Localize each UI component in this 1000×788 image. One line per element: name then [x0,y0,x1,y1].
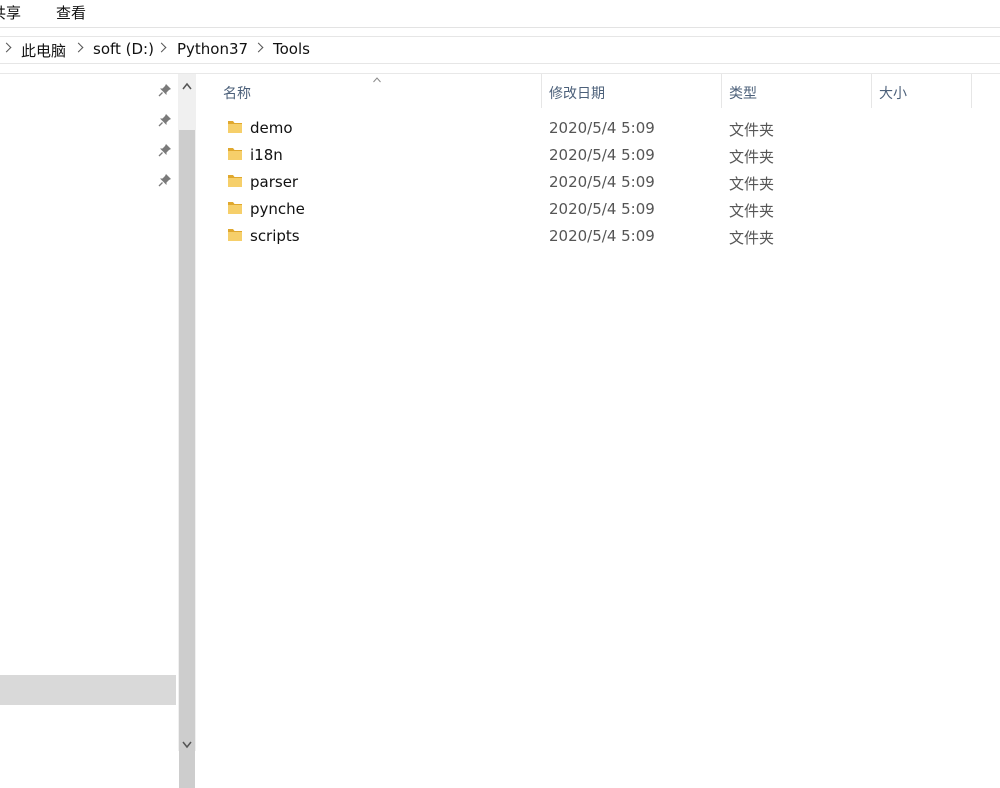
nav-item-selected[interactable] [0,675,176,705]
pin-icon[interactable] [158,113,172,127]
breadcrumb-tools[interactable]: Tools [273,40,310,58]
breadcrumb-drive[interactable]: soft (D:) [93,40,154,58]
file-modified: 2020/5/4 5:09 [549,227,655,245]
file-row[interactable]: pynche 2020/5/4 5:09 文件夹 [220,197,980,223]
folder-icon [228,202,242,214]
folder-icon [228,148,242,160]
column-divider[interactable] [971,74,972,108]
pin-icon[interactable] [158,173,172,187]
scrollbar-thumb[interactable] [179,130,195,788]
file-row[interactable]: i18n 2020/5/4 5:09 文件夹 [220,143,980,169]
column-header-name[interactable]: 名称 [215,74,541,108]
file-name: scripts [250,227,300,245]
column-header-type[interactable]: 类型 [721,74,871,108]
ribbon-tab-view[interactable]: 查看 [56,2,86,23]
pin-icon[interactable] [158,143,172,157]
file-name: pynche [250,200,305,218]
scroll-down-arrow-icon[interactable] [178,734,196,751]
column-header-modified-label: 修改日期 [549,86,605,102]
file-name: demo [250,119,293,137]
breadcrumb-this-pc[interactable]: 此电脑 [21,40,66,61]
navigation-scrollbar[interactable] [178,74,196,788]
column-header-size[interactable]: 大小 [871,74,971,108]
file-modified: 2020/5/4 5:09 [549,146,655,164]
address-bar[interactable]: 此电脑 soft (D:) Python37 Tools [0,36,1000,64]
breadcrumb-python37[interactable]: Python37 [177,40,248,58]
file-type: 文件夹 [729,202,775,220]
file-list: 名称 修改日期 类型 大小 demo 2020/5/4 5:09 文件夹 i18… [200,74,1000,751]
file-type: 文件夹 [729,175,775,193]
file-row[interactable]: scripts 2020/5/4 5:09 文件夹 [220,224,980,250]
file-modified: 2020/5/4 5:09 [549,173,655,191]
file-row[interactable]: parser 2020/5/4 5:09 文件夹 [220,170,980,196]
column-header-type-label: 类型 [729,86,757,102]
file-name: i18n [250,146,283,164]
ribbon-tab-share[interactable]: 共享 [0,2,21,23]
chevron-right-icon[interactable] [156,42,167,53]
column-header-name-label: 名称 [223,86,251,102]
file-row[interactable]: demo 2020/5/4 5:09 文件夹 [220,116,980,142]
column-header-size-label: 大小 [879,86,907,102]
folder-icon [228,229,242,241]
file-modified: 2020/5/4 5:09 [549,200,655,218]
column-header-modified[interactable]: 修改日期 [541,74,721,108]
file-type: 文件夹 [729,229,775,247]
chevron-right-icon[interactable] [253,42,264,53]
ribbon: 共享 查看 [0,0,1000,28]
file-name: parser [250,173,299,191]
file-modified: 2020/5/4 5:09 [549,119,655,137]
scroll-up-arrow-icon[interactable] [178,74,196,98]
file-type: 文件夹 [729,121,775,139]
folder-icon [228,175,242,187]
chevron-right-icon[interactable] [73,42,84,53]
navigation-pane [0,74,178,751]
pin-icon[interactable] [158,83,172,97]
folder-icon [228,121,242,133]
chevron-right-icon[interactable] [1,42,12,53]
file-type: 文件夹 [729,148,775,166]
